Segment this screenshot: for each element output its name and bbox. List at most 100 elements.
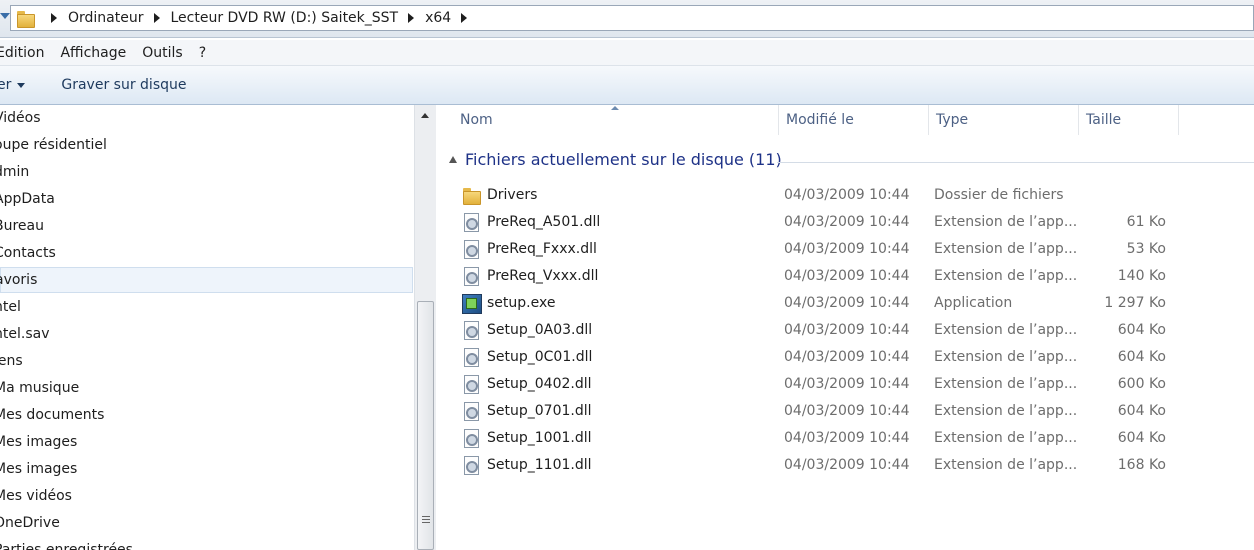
group-header[interactable]: Fichiers actuellement sur le disque (11) <box>449 150 782 169</box>
nav-item[interactable]: oupe résidentiel <box>0 132 413 158</box>
breadcrumb-dvd-drive[interactable]: Lecteur DVD RW (D:) Saitek_SST <box>144 5 399 31</box>
menu-edition[interactable]: Edition <box>0 45 44 61</box>
file-row[interactable]: setup.exe 04/03/2009 10:44 Application 1 29… <box>461 289 1241 316</box>
nav-item[interactable]: Mes images <box>0 429 413 455</box>
file-row[interactable]: Setup_0701.dll 04/03/2009 10:44 Extension … <box>461 397 1241 424</box>
file-modified-date: 04/03/2009 10:44 <box>784 456 910 473</box>
column-header-label: Modifié le <box>786 112 854 128</box>
nav-item[interactable]: AppData <box>0 186 413 212</box>
menu-help[interactable]: ? <box>199 45 206 61</box>
nav-item[interactable]: ntel.sav <box>0 321 413 347</box>
nav-item-label: Mes documents <box>0 407 105 423</box>
nav-item[interactable]: avoris <box>0 267 413 293</box>
file-name: Setup_0C01.dll <box>487 348 593 365</box>
nav-item-label: Vidéos <box>0 110 41 126</box>
menu-affichage[interactable]: Affichage <box>60 45 126 61</box>
nav-item[interactable]: Mes images <box>0 456 413 482</box>
dll-file-icon <box>461 320 481 340</box>
file-row[interactable]: Setup_1101.dll 04/03/2009 10:44 Extension … <box>461 451 1241 478</box>
file-size: 604 Ko <box>1117 348 1166 365</box>
nav-item[interactable]: Contacts <box>0 240 413 266</box>
column-header-label: Type <box>936 112 969 128</box>
history-dropdown-icon[interactable] <box>0 13 10 19</box>
file-name: Setup_1001.dll <box>487 429 592 446</box>
file-row[interactable]: Setup_0402.dll 04/03/2009 10:44 Extension … <box>461 370 1241 397</box>
dll-file-icon <box>461 239 481 259</box>
file-row[interactable]: Setup_1001.dll 04/03/2009 10:44 Extension … <box>461 424 1241 451</box>
file-size: 140 Ko <box>1117 267 1166 284</box>
group-divider <box>777 162 1254 163</box>
file-name: PreReq_Fxxx.dll <box>487 240 597 257</box>
file-type: Extension de l’app... <box>934 429 1078 446</box>
scroll-thumb[interactable] <box>417 301 434 550</box>
nav-item[interactable]: Vidéos <box>0 105 413 131</box>
file-row[interactable]: PreReq_A501.dll 04/03/2009 10:44 Extension… <box>461 208 1241 235</box>
column-header-label: Taille <box>1086 112 1122 128</box>
address-field[interactable]: Ordinateur Lecteur DVD RW (D:) Saitek_SS… <box>10 5 1254 31</box>
nav-item[interactable]: iens <box>0 348 413 374</box>
file-size: 61 Ko <box>1126 213 1166 230</box>
collapse-group-icon[interactable] <box>449 156 457 163</box>
grip-line <box>422 522 430 523</box>
chevron-right-icon[interactable] <box>51 13 57 23</box>
dll-file-icon <box>461 212 481 232</box>
nav-item[interactable]: Ma musique <box>0 375 413 401</box>
column-header-type[interactable]: Type <box>929 105 1079 135</box>
command-bar: er Graver sur disque <box>0 66 1254 105</box>
file-modified-date: 04/03/2009 10:44 <box>784 375 910 392</box>
file-modified-date: 04/03/2009 10:44 <box>784 267 910 284</box>
chevron-right-icon[interactable] <box>408 13 415 23</box>
nav-item-label: Bureau <box>0 218 44 234</box>
navigation-pane: Vidéos oupe résidentiel dmin AppData Bureau C… <box>0 105 436 550</box>
breadcrumb-label[interactable]: Lecteur DVD RW (D:) Saitek_SST <box>171 10 399 26</box>
organize-button[interactable]: er <box>0 77 26 93</box>
breadcrumb-x64[interactable]: x64 <box>398 5 478 31</box>
nav-item[interactable]: ntel <box>0 294 413 320</box>
burn-to-disc-button[interactable]: Graver sur disque <box>61 77 186 93</box>
nav-item-label: AppData <box>0 191 55 207</box>
dll-file-icon <box>461 401 481 421</box>
nav-item[interactable]: Mes documents <box>0 402 413 428</box>
nav-item-label: Parties enregistrées <box>0 542 133 550</box>
dll-file-icon <box>461 374 481 394</box>
breadcrumb-ordinateur[interactable]: Ordinateur <box>41 5 144 31</box>
nav-item-label: avoris <box>0 272 38 288</box>
nav-item-label: ntel.sav <box>0 326 50 342</box>
file-row[interactable]: Drivers 04/03/2009 10:44 Dossier de fichie… <box>461 181 1241 208</box>
breadcrumb-label[interactable]: Ordinateur <box>68 10 144 26</box>
file-modified-date: 04/03/2009 10:44 <box>784 186 910 203</box>
column-header-date[interactable]: Modifié le <box>779 105 929 135</box>
setup-exe-icon <box>461 293 482 314</box>
file-size: 1 297 Ko <box>1104 294 1166 311</box>
file-type: Extension de l’app... <box>934 267 1078 284</box>
file-row[interactable]: Setup_0A03.dll 04/03/2009 10:44 Extension … <box>461 316 1241 343</box>
file-row[interactable]: Setup_0C01.dll 04/03/2009 10:44 Extension … <box>461 343 1241 370</box>
menu-outils[interactable]: Outils <box>142 45 182 61</box>
nav-item-label: iens <box>0 353 23 369</box>
folder-icon <box>15 8 35 28</box>
file-row[interactable]: PreReq_Vxxx.dll 04/03/2009 10:44 Extension… <box>461 262 1241 289</box>
nav-scrollbar[interactable] <box>414 105 436 550</box>
nav-item[interactable]: Mes vidéos <box>0 483 413 509</box>
breadcrumb-label[interactable]: x64 <box>425 10 451 26</box>
nav-item-label: Ma musique <box>0 380 80 396</box>
nav-item[interactable]: dmin <box>0 159 413 185</box>
nav-item[interactable]: OneDrive <box>0 510 413 536</box>
folder-icon <box>461 185 481 205</box>
menu-bar: Edition Affichage Outils ? <box>0 40 1254 66</box>
nav-item[interactable]: Parties enregistrées <box>0 537 413 550</box>
column-header-size[interactable]: Taille <box>1079 105 1179 135</box>
file-row[interactable]: PreReq_Fxxx.dll 04/03/2009 10:44 Extension… <box>461 235 1241 262</box>
nav-item-label: Mes vidéos <box>0 488 72 504</box>
nav-item-label: Mes images <box>0 434 78 450</box>
grip-line <box>422 516 430 517</box>
nav-item-label: Mes images <box>0 461 78 477</box>
chevron-right-icon[interactable] <box>153 13 160 23</box>
scroll-up-icon[interactable] <box>421 113 429 118</box>
chevron-right-icon[interactable] <box>461 13 468 23</box>
nav-item[interactable]: Bureau <box>0 213 413 239</box>
file-list-pane: Nom Modifié le Type Taille Fichiers actu… <box>437 105 1254 550</box>
column-header-name[interactable]: Nom <box>437 105 779 135</box>
nav-item-label: ntel <box>0 299 21 315</box>
file-name: PreReq_A501.dll <box>487 213 601 230</box>
